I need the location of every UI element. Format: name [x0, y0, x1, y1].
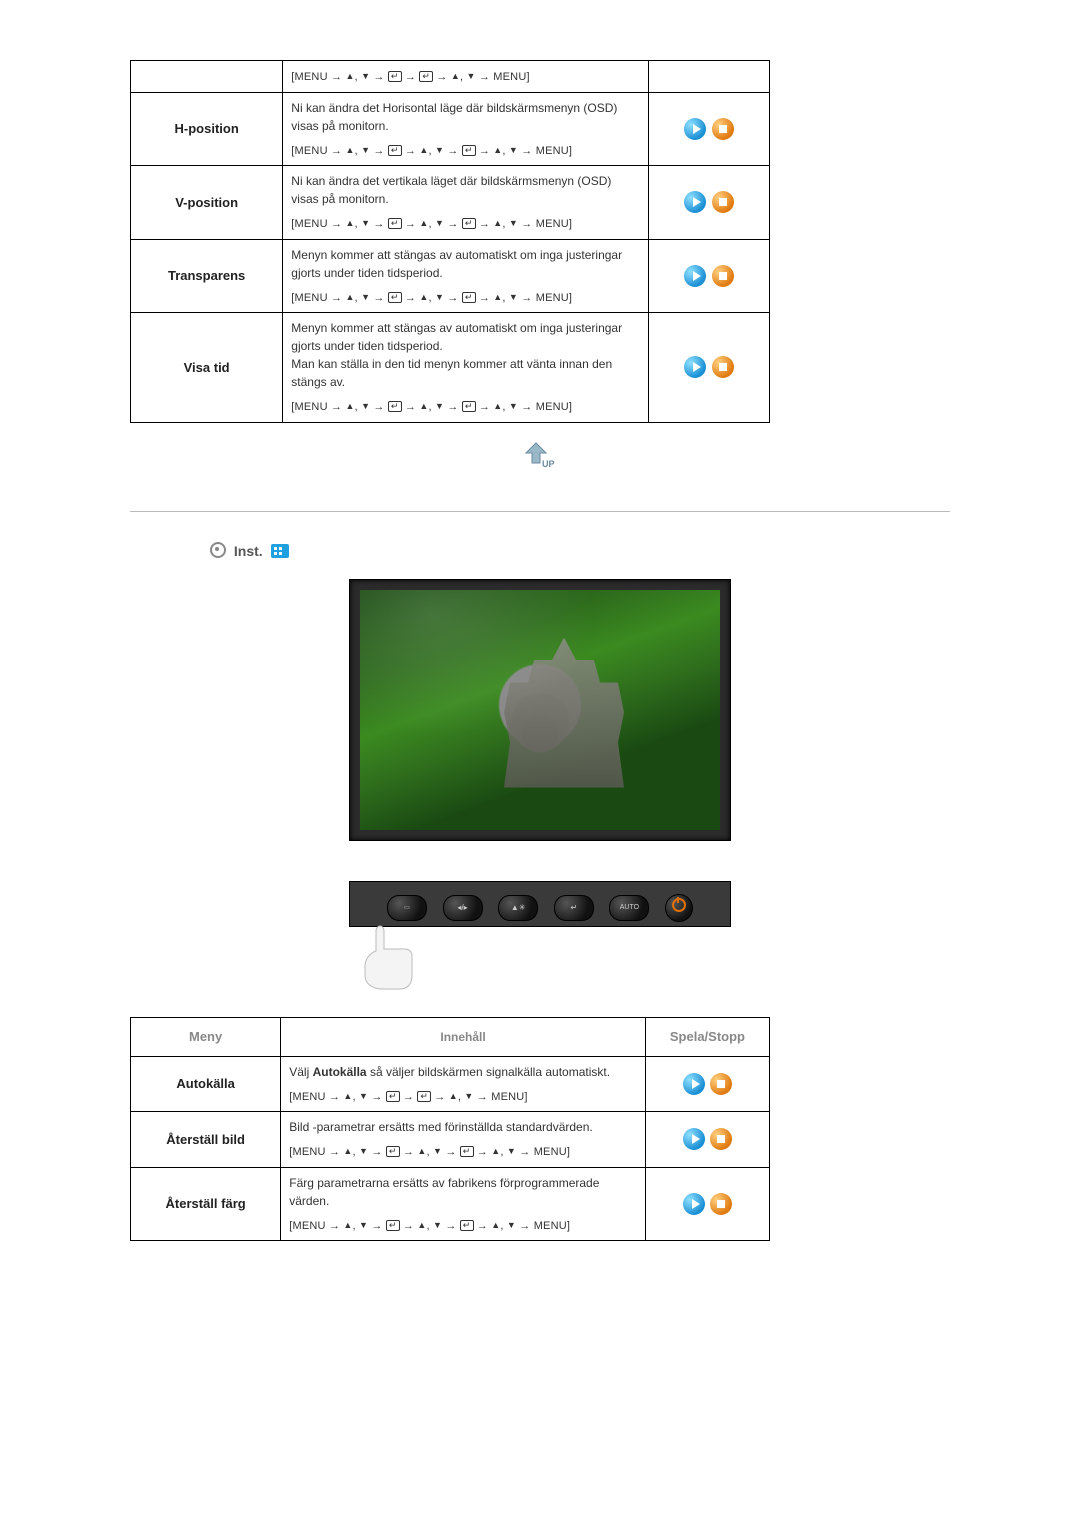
- table-header-innehall: Innehåll: [281, 1017, 646, 1056]
- stop-button[interactable]: [712, 118, 734, 140]
- play-cell-blank: [649, 61, 770, 93]
- play-stop-cell: [645, 1167, 769, 1241]
- section-heading-inst: Inst.: [210, 542, 950, 559]
- stop-button[interactable]: [712, 191, 734, 213]
- row-desc-vposition: Ni kan ändra det vertikala läget där bil…: [283, 166, 649, 240]
- nav-sequence: [MENU → ▲, ▼ → ↵ → ▲, ▼ → ↵ → ▲, ▼ → MEN…: [291, 399, 640, 416]
- nav-sequence: [MENU → ▲, ▼ → ↵ → ▲, ▼ → ↵ → ▲, ▼ → MEN…: [291, 216, 640, 233]
- pointing-hand-icon: [350, 921, 430, 991]
- auto-control-icon[interactable]: AUTO: [609, 895, 649, 921]
- monitor-screen-image: [360, 590, 720, 830]
- osd-settings-table: [MENU → ▲, ▼ → ↵ → ↵ → ▲, ▼ → MENU] H-po…: [130, 60, 770, 423]
- monitor-preview: [349, 579, 731, 841]
- play-button[interactable]: [684, 118, 706, 140]
- row-desc-autokalla: Välj Autokälla så väljer bildskärmen sig…: [281, 1056, 646, 1112]
- table-header-meny: Meny: [131, 1017, 281, 1056]
- desc-text: Bild -parametrar ersätts med förinställd…: [289, 1120, 592, 1134]
- row-desc-aterstallfarg: Färg parametrarna ersätts av fabrikens f…: [281, 1167, 646, 1241]
- adjust-control-icon[interactable]: ▲✳: [498, 895, 538, 921]
- row-label-visatid: Visa tid: [131, 313, 283, 423]
- play-button[interactable]: [684, 191, 706, 213]
- play-button[interactable]: [683, 1128, 705, 1150]
- row-desc-hposition: Ni kan ändra det Horisontal läge där bil…: [283, 92, 649, 166]
- source-control-icon[interactable]: ◂/▸: [443, 895, 483, 921]
- stop-button[interactable]: [710, 1193, 732, 1215]
- row-label-blank: [131, 61, 283, 93]
- stop-button[interactable]: [710, 1128, 732, 1150]
- nav-sequence: [MENU → ▲, ▼ → ↵ → ↵ → ▲, ▼ → MENU]: [289, 1089, 637, 1106]
- play-stop-cell: [649, 92, 770, 166]
- up-icon[interactable]: UP: [520, 441, 560, 471]
- section-title: Inst.: [234, 543, 263, 559]
- play-stop-cell: [645, 1112, 769, 1168]
- desc-text: Ni kan ändra det vertikala läget där bil…: [291, 174, 611, 206]
- play-button[interactable]: [684, 265, 706, 287]
- play-button[interactable]: [684, 356, 706, 378]
- row-label-aterstallfarg: Återställ färg: [131, 1167, 281, 1241]
- nav-sequence: [MENU → ▲, ▼ → ↵ → ▲, ▼ → ↵ → ▲, ▼ → MEN…: [289, 1144, 637, 1161]
- desc-text-pre: Välj: [289, 1065, 312, 1079]
- row-desc-aterstallbild: Bild -parametrar ersätts med förinställd…: [281, 1112, 646, 1168]
- desc-text: Ni kan ändra det Horisontal läge där bil…: [291, 101, 617, 133]
- row-label-aterstallbild: Återställ bild: [131, 1112, 281, 1168]
- desc-text: Färg parametrarna ersätts av fabrikens f…: [289, 1176, 599, 1208]
- leading-seq-cell: [MENU → ▲, ▼ → ↵ → ↵ → ▲, ▼ → MENU]: [283, 61, 649, 93]
- stop-button[interactable]: [712, 356, 734, 378]
- play-stop-cell: [645, 1056, 769, 1112]
- nav-sequence: [MENU → ▲, ▼ → ↵ → ▲, ▼ → ↵ → ▲, ▼ → MEN…: [289, 1218, 637, 1235]
- stop-button[interactable]: [712, 265, 734, 287]
- desc-text-post: så väljer bildskärmen signalkälla automa…: [367, 1065, 610, 1079]
- controls-below-area: [350, 927, 730, 987]
- stop-button[interactable]: [710, 1073, 732, 1095]
- play-button[interactable]: [683, 1193, 705, 1215]
- setup-settings-table: Meny Innehåll Spela/Stopp Autokälla Välj…: [130, 1017, 770, 1242]
- nav-sequence: [MENU → ▲, ▼ → ↵ → ▲, ▼ → ↵ → ▲, ▼ → MEN…: [291, 290, 640, 307]
- enter-control-icon[interactable]: ↵: [554, 895, 594, 921]
- desc-text: Menyn kommer att stängas av automatiskt …: [291, 321, 622, 389]
- table-header-spela: Spela/Stopp: [645, 1017, 769, 1056]
- row-label-autokalla: Autokälla: [131, 1056, 281, 1112]
- nav-sequence: [MENU → ▲, ▼ → ↵ → ↵ → ▲, ▼ → MENU]: [291, 71, 529, 83]
- power-control-icon[interactable]: [665, 894, 693, 922]
- settings-chip-icon: [271, 544, 289, 558]
- row-label-hposition: H-position: [131, 92, 283, 166]
- menu-control-icon[interactable]: ▭: [387, 895, 427, 921]
- desc-text: Menyn kommer att stängas av automatiskt …: [291, 248, 622, 280]
- row-label-vposition: V-position: [131, 166, 283, 240]
- bullet-icon: [210, 542, 226, 558]
- svg-text:UP: UP: [542, 459, 555, 469]
- play-stop-cell: [649, 239, 770, 313]
- desc-text-bold: Autokälla: [313, 1065, 367, 1079]
- row-label-transparens: Transparens: [131, 239, 283, 313]
- section-divider: [130, 511, 950, 512]
- nav-sequence: [MENU → ▲, ▼ → ↵ → ▲, ▼ → ↵ → ▲, ▼ → MEN…: [291, 143, 640, 160]
- play-stop-cell: [649, 313, 770, 423]
- row-desc-transparens: Menyn kommer att stängas av automatiskt …: [283, 239, 649, 313]
- play-stop-cell: [649, 166, 770, 240]
- play-button[interactable]: [683, 1073, 705, 1095]
- row-desc-visatid: Menyn kommer att stängas av automatiskt …: [283, 313, 649, 423]
